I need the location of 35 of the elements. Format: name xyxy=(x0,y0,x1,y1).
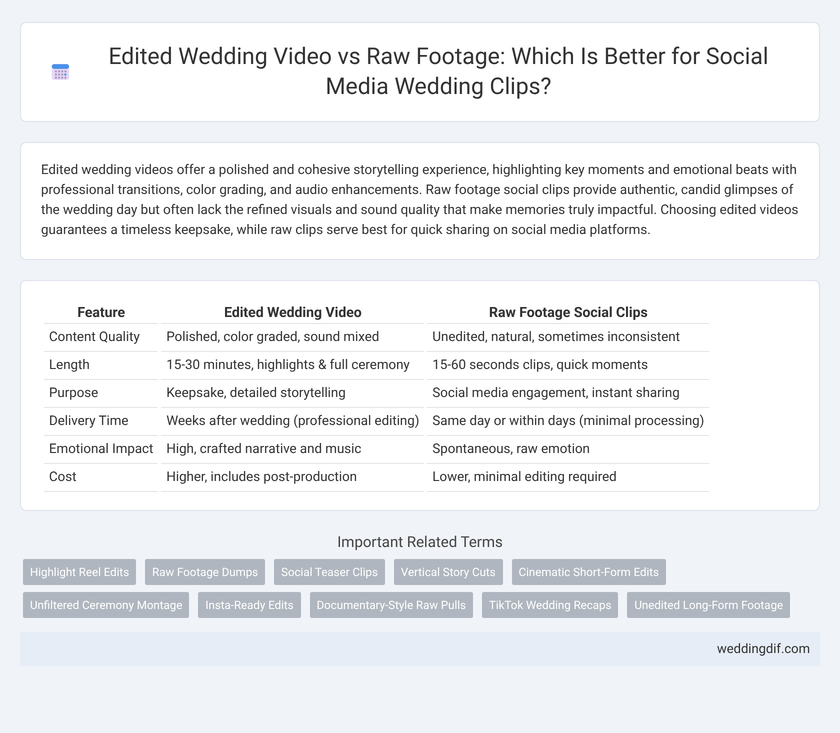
table-cell: Emotional Impact xyxy=(44,436,158,464)
table-cell: 15-60 seconds clips, quick moments xyxy=(427,352,710,380)
table-cell: Same day or within days (minimal processing) xyxy=(427,408,710,436)
table-cell: Keepsake, detailed storytelling xyxy=(161,380,424,408)
table-cell: Purpose xyxy=(44,380,158,408)
table-cell: Weeks after wedding (professional editing) xyxy=(161,408,424,436)
term-tag[interactable]: Insta-Ready Edits xyxy=(198,592,301,618)
intro-paragraph: Edited wedding videos offer a polished and cohesive storytelling experience, highlighting key moments and emotional beats with professional transitions, color grading, and audio enhancements. Raw footage social clips provide authentic, candid glimpses of the wedding day but often lack the refined visuals and sound quality that make memories truly impactful. Choosing edited videos guarantees a timeless keepsake, while raw clips serve best for quick sharing on social media platforms. xyxy=(20,142,820,260)
term-tag[interactable]: Cinematic Short-Form Edits xyxy=(512,559,666,585)
column-header: Raw Footage Social Clips xyxy=(427,301,710,324)
table-cell: Content Quality xyxy=(44,324,158,352)
table-cell: Social media engagement, instant sharing xyxy=(427,380,710,408)
column-header: Feature xyxy=(44,301,158,324)
table-cell: Higher, includes post-production xyxy=(161,464,424,492)
site-name: weddingdif.com xyxy=(716,642,810,656)
table-cell: Polished, color graded, sound mixed xyxy=(161,324,424,352)
term-tag[interactable]: Highlight Reel Edits xyxy=(23,559,136,585)
related-heading: Important Related Terms xyxy=(336,533,504,551)
table-cell: Lower, minimal editing required xyxy=(427,464,710,492)
table-cell: 15-30 minutes, highlights & full ceremony xyxy=(161,352,424,380)
term-tag[interactable]: TikTok Wedding Recaps xyxy=(482,592,618,618)
term-tag[interactable]: Documentary-Style Raw Pulls xyxy=(310,592,473,618)
table-cell: Length xyxy=(44,352,158,380)
term-tag[interactable]: Raw Footage Dumps xyxy=(145,559,266,585)
page-title: Edited Wedding Video vs Raw Footage: Which Is Better for Social Media Wedding Clips? xyxy=(107,42,770,102)
term-tag[interactable]: Vertical Story Cuts xyxy=(394,559,503,585)
table-cell: Delivery Time xyxy=(44,408,158,436)
term-tag[interactable]: Unfiltered Ceremony Montage xyxy=(23,592,190,618)
table-cell: Unedited, natural, sometimes inconsistent xyxy=(427,324,710,352)
term-tag[interactable]: Social Teaser Clips xyxy=(274,559,385,585)
term-tag[interactable]: Unedited Long-Form Footage xyxy=(627,592,790,618)
table-cell: Cost xyxy=(44,464,158,492)
table-cell: High, crafted narrative and music xyxy=(161,436,424,464)
table-cell: Spontaneous, raw emotion xyxy=(427,436,710,464)
column-header: Edited Wedding Video xyxy=(161,301,424,324)
